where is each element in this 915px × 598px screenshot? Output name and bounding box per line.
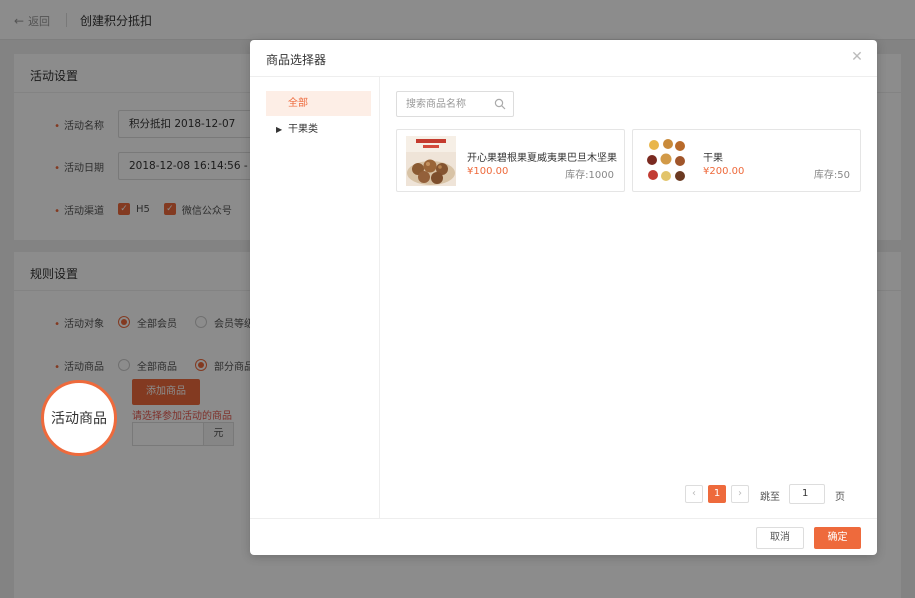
- category-item-all[interactable]: 全部: [266, 91, 371, 116]
- search-box: [396, 91, 514, 117]
- modal-title: 商品选择器: [266, 53, 327, 67]
- product-name: 开心果碧根果夏威夷果巴旦木坚果: [467, 153, 617, 164]
- product-selector-modal: 商品选择器 ✕ 全部 ▶ 干果类 搜索商品名称 开心果碧根果夏威夷果巴旦木坚果 …: [250, 40, 877, 555]
- confirm-button[interactable]: 确定: [814, 527, 861, 549]
- modal-header: 商品选择器 ✕: [250, 40, 877, 77]
- page-number-current[interactable]: 1: [708, 485, 726, 503]
- category-item-dried-fruit[interactable]: ▶ 干果类: [266, 117, 371, 142]
- product-price: ¥100.00: [467, 166, 509, 177]
- product-image: [642, 136, 692, 186]
- highlight-callout: 活动商品: [41, 380, 117, 456]
- product-stock: 库存:50: [813, 170, 850, 181]
- close-icon[interactable]: ✕: [849, 49, 865, 65]
- product-card[interactable]: 干果 ¥200.00 库存:50: [632, 129, 861, 192]
- chevron-left-icon: ‹: [692, 488, 696, 499]
- product-price: ¥200.00: [703, 166, 745, 177]
- chevron-right-icon: ›: [738, 488, 742, 499]
- search-input[interactable]: [397, 92, 491, 116]
- product-card[interactable]: 开心果碧根果夏威夷果巴旦木坚果 ¥100.00 库存:1000: [396, 129, 625, 192]
- search-icon[interactable]: [494, 98, 506, 110]
- caret-right-icon[interactable]: ▶: [276, 117, 282, 142]
- next-page-button[interactable]: ›: [731, 485, 749, 503]
- category-label: 全部: [288, 98, 308, 109]
- category-label: 干果类: [288, 124, 318, 135]
- product-image: [406, 136, 456, 186]
- cancel-button[interactable]: 取消: [756, 527, 804, 549]
- prev-page-button[interactable]: ‹: [685, 485, 703, 503]
- product-name: 干果: [703, 153, 723, 164]
- modal-footer: 取消 确定: [250, 518, 877, 555]
- jump-to-label: 跳至: [760, 492, 780, 503]
- category-panel: 全部 ▶ 干果类: [250, 77, 380, 518]
- page-suffix-label: 页: [835, 492, 845, 503]
- product-stock: 库存:1000: [565, 170, 614, 181]
- jump-page-input[interactable]: 1: [789, 484, 825, 504]
